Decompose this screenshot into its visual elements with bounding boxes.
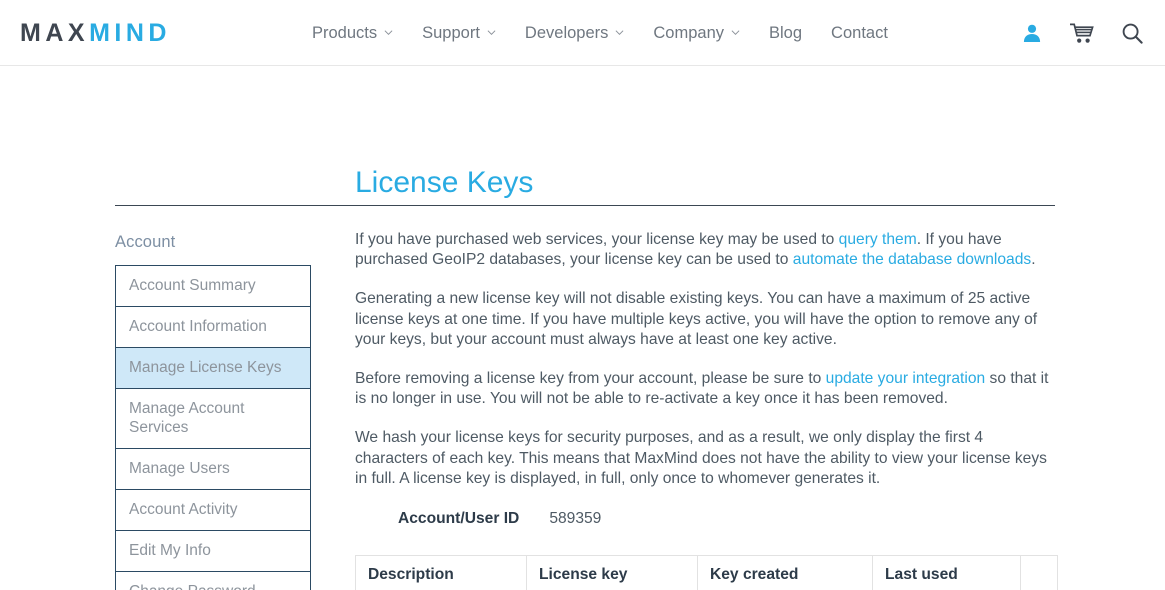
account-user-id-row: Account/User ID 589359 [398,509,1057,529]
header-icon-group [1022,0,1143,66]
chevron-down-icon [731,28,740,37]
link-automate-database-downloads[interactable]: automate the database downloads [793,251,1031,268]
paragraph-hashing: We hash your license keys for security p… [355,428,1057,489]
table-header-row: Description License key Key created Last… [356,556,1058,590]
nav-item-company[interactable]: Company [653,23,757,43]
column-header-description: Description [356,556,527,590]
sidebar-heading-account: Account [115,232,311,265]
search-icon[interactable] [1122,23,1143,44]
nav-item-blog[interactable]: Blog [769,23,819,43]
title-divider [115,205,1055,206]
logo-text-mind: MIND [89,19,171,47]
paragraph-generating: Generating a new license key will not di… [355,289,1057,350]
license-keys-table: Description License key Key created Last… [355,555,1058,590]
sidebar-item-account-information[interactable]: Account Information [116,307,310,348]
user-icon[interactable] [1022,23,1042,43]
nav-label-contact: Contact [831,23,888,43]
nav-label-support: Support [422,23,480,43]
sidebar-item-change-password[interactable]: Change Password [116,572,310,590]
link-update-your-integration[interactable]: update your integration [826,370,986,387]
sidebar-item-edit-my-info[interactable]: Edit My Info [116,531,310,572]
cart-icon[interactable] [1070,23,1094,44]
paragraph-intro: If you have purchased web services, your… [355,230,1057,270]
chevron-down-icon [615,28,624,37]
chevron-down-icon [487,28,496,37]
column-header-actions [1021,556,1058,590]
paragraph-intro-text-3: . [1031,251,1035,268]
main-content: If you have purchased web services, your… [355,230,1057,590]
license-keys-table-head: Description License key Key created Last… [356,556,1058,590]
paragraph-removing-text-1: Before removing a license key from your … [355,370,826,387]
logo-text-max: MAX [20,19,89,47]
nav-item-developers[interactable]: Developers [525,23,641,43]
sidebar-item-manage-license-keys[interactable]: Manage License Keys [116,348,310,389]
main-navigation: Products Support Developers Company Blog [312,0,905,66]
account-user-id-value: 589359 [549,509,601,529]
sidebar-list: Account Summary Account Information Mana… [115,265,311,590]
chevron-down-icon [384,28,393,37]
site-logo[interactable]: MAXMIND [20,19,171,47]
sidebar-item-manage-account-services[interactable]: Manage Account Services [116,389,310,449]
sidebar-item-account-summary[interactable]: Account Summary [116,266,310,307]
nav-label-blog: Blog [769,23,802,43]
page-title: License Keys [355,166,533,200]
sidebar-item-account-activity[interactable]: Account Activity [116,490,310,531]
account-sidebar: Account Account Summary Account Informat… [115,232,311,590]
nav-label-products: Products [312,23,377,43]
paragraph-intro-text-1: If you have purchased web services, your… [355,231,839,248]
nav-item-support[interactable]: Support [422,23,513,43]
site-header: MAXMIND Products Support Developers Comp… [0,0,1165,66]
nav-label-developers: Developers [525,23,608,43]
column-header-last-used: Last used [873,556,1021,590]
nav-item-products[interactable]: Products [312,23,410,43]
nav-label-company: Company [653,23,724,43]
account-user-id-label: Account/User ID [398,509,519,529]
column-header-key-created: Key created [698,556,873,590]
nav-item-contact[interactable]: Contact [831,23,905,43]
link-query-them[interactable]: query them [839,231,917,248]
column-header-license-key: License key [527,556,698,590]
paragraph-removing: Before removing a license key from your … [355,369,1057,409]
sidebar-item-manage-users[interactable]: Manage Users [116,449,310,490]
